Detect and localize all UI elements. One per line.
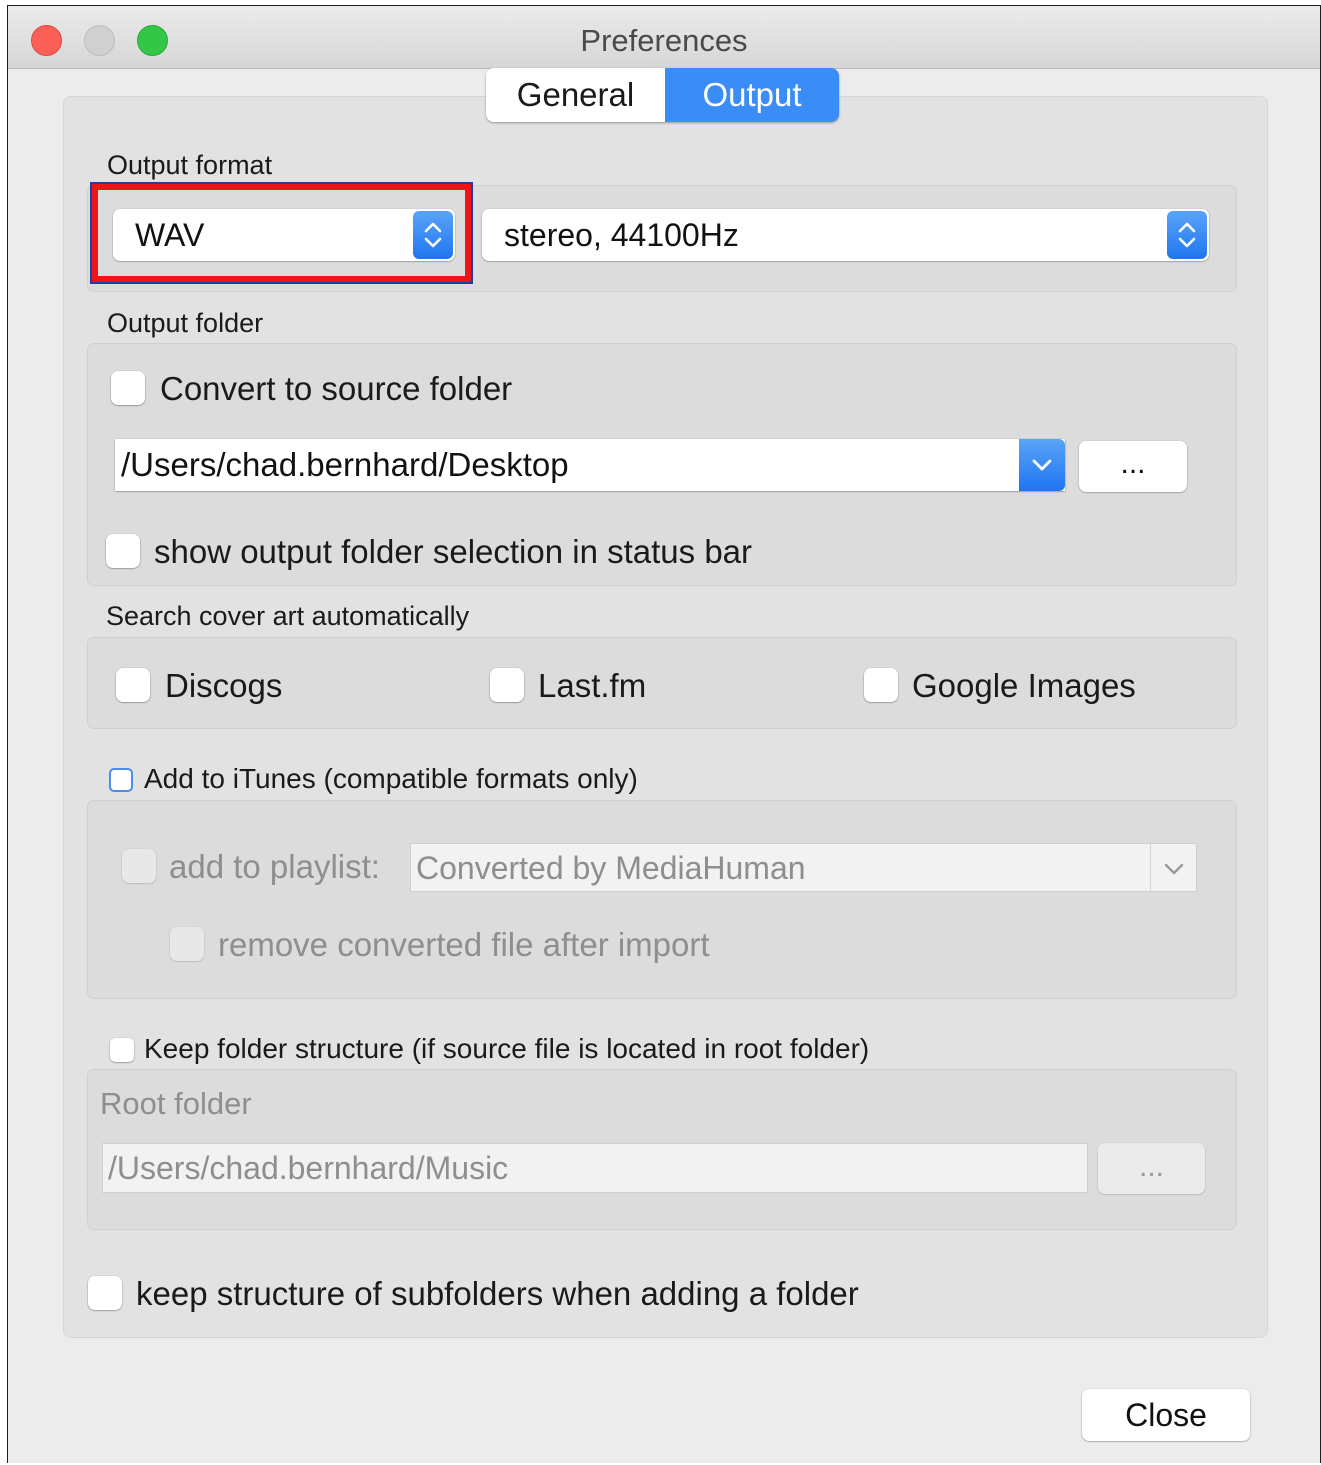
google-images-checkbox[interactable] — [864, 668, 898, 702]
remove-after-import-label: remove converted file after import — [218, 926, 710, 963]
up-down-arrows-icon — [1167, 211, 1207, 259]
window-title: Preferences — [580, 23, 748, 58]
output-format-label: Output format — [107, 150, 273, 180]
channels-select[interactable]: stereo, 44100Hz — [482, 209, 1209, 261]
root-folder-browse-button[interactable]: ... — [1098, 1143, 1205, 1194]
add-to-itunes-label: Add to iTunes (compatible formats only) — [144, 763, 638, 794]
itunes-options-box — [87, 800, 1237, 999]
keep-folder-structure-checkbox[interactable] — [110, 1038, 134, 1062]
convert-to-source-checkbox[interactable] — [111, 371, 145, 405]
output-folder-path-value: /Users/chad.bernhard/Desktop — [121, 446, 569, 483]
convert-to-source-label: Convert to source folder — [160, 370, 513, 407]
close-button[interactable]: Close — [1082, 1389, 1250, 1441]
tab-general[interactable]: General — [486, 68, 665, 122]
show-in-status-bar-checkbox[interactable] — [106, 534, 140, 568]
keep-folder-structure-label: Keep folder structure (if source file is… — [144, 1033, 870, 1064]
root-folder-label: Root folder — [100, 1086, 252, 1121]
add-to-itunes-checkbox[interactable] — [109, 768, 133, 792]
show-in-status-bar-label: show output folder selection in status b… — [154, 533, 753, 570]
tab-bar: General Output — [486, 68, 839, 122]
playlist-name-select[interactable]: Converted by MediaHuman — [410, 843, 1197, 892]
add-to-playlist-label: add to playlist: — [169, 848, 380, 885]
chevron-down-icon — [1019, 439, 1065, 491]
keep-subfolders-checkbox[interactable] — [88, 1276, 122, 1310]
format-select-highlight — [90, 182, 473, 284]
output-folder-label: Output folder — [107, 308, 264, 338]
tab-output[interactable]: Output — [665, 68, 839, 122]
channels-select-value: stereo, 44100Hz — [504, 217, 739, 253]
add-to-playlist-checkbox[interactable] — [122, 849, 156, 883]
playlist-name-value: Converted by MediaHuman — [416, 850, 806, 886]
discogs-label: Discogs — [165, 667, 283, 704]
title-bar: Preferences — [8, 6, 1320, 69]
preferences-window: Preferences General Output Output format… — [7, 5, 1321, 1463]
output-folder-path-select[interactable]: /Users/chad.bernhard/Desktop — [115, 439, 1065, 491]
lastfm-checkbox[interactable] — [490, 668, 524, 702]
chevron-down-icon — [1150, 844, 1196, 891]
remove-after-import-checkbox[interactable] — [170, 927, 204, 961]
discogs-checkbox[interactable] — [116, 668, 150, 702]
lastfm-label: Last.fm — [538, 667, 647, 704]
keep-subfolders-label: keep structure of subfolders when adding… — [136, 1275, 859, 1312]
root-folder-path-value: /Users/chad.bernhard/Music — [108, 1150, 509, 1186]
output-folder-browse-button[interactable]: ... — [1079, 441, 1187, 492]
google-images-label: Google Images — [912, 667, 1136, 704]
root-folder-path-field[interactable]: /Users/chad.bernhard/Music — [102, 1143, 1088, 1193]
cover-art-label: Search cover art automatically — [106, 601, 470, 631]
